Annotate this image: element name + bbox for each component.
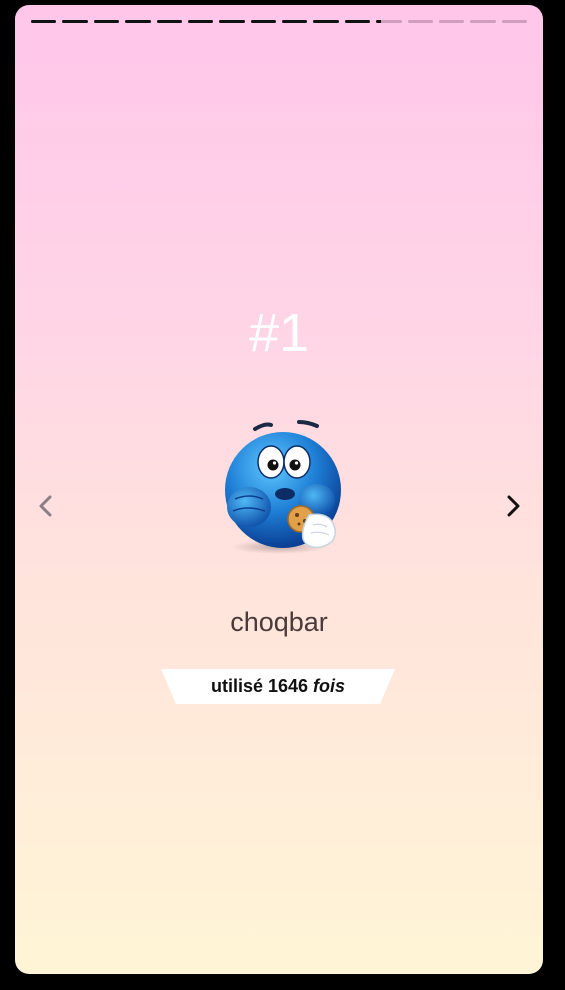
- usage-count: 1646: [267, 676, 309, 696]
- progress-segment-fill: [31, 20, 57, 23]
- blue-smiley-eating-cookie-icon: [225, 420, 341, 554]
- progress-segment: [156, 20, 182, 23]
- progress-segment-fill: [93, 20, 120, 23]
- progress-segment-fill: [62, 20, 88, 23]
- emoji-name: choqbar: [230, 607, 328, 637]
- progress-segment: [438, 20, 465, 23]
- progress-segment: [250, 20, 276, 23]
- next-button[interactable]: [496, 489, 530, 523]
- progress-segment-fill: [125, 20, 151, 23]
- progress-segment-fill: [156, 20, 182, 23]
- progress-segment: [187, 20, 214, 23]
- progress-segment-fill: [219, 20, 245, 23]
- progress-segment-fill: [313, 20, 339, 23]
- progress-segment-fill: [376, 20, 382, 23]
- usage-badge: utilisé 1646 fois: [161, 669, 395, 704]
- progress-segment: [313, 20, 339, 23]
- progress-segment: [125, 20, 151, 23]
- previous-button[interactable]: [29, 489, 63, 523]
- progress-segment: [376, 20, 402, 23]
- progress-segment: [501, 20, 527, 23]
- chevron-right-icon: [507, 495, 520, 517]
- progress-segment: [282, 20, 308, 23]
- usage-prefix: utilisé: [210, 676, 263, 696]
- progress-segment: [219, 20, 245, 23]
- progress-segment-fill: [344, 20, 371, 23]
- story-card: #1 choqbar utilisé 1646 fois: [15, 5, 543, 974]
- usage-suffix: fois: [313, 676, 346, 696]
- progress-segment: [470, 20, 496, 23]
- story-progress-bar: [31, 20, 527, 23]
- progress-segment: [407, 20, 433, 23]
- rank-label: #1: [248, 303, 310, 363]
- chevron-left-icon: [39, 495, 52, 517]
- progress-segment: [62, 20, 88, 23]
- progress-segment: [344, 20, 371, 23]
- progress-segment-fill: [282, 20, 308, 23]
- progress-segment-fill: [187, 20, 214, 23]
- usage-text: utilisé 1646 fois: [161, 669, 395, 704]
- progress-segment: [93, 20, 120, 23]
- progress-segment-fill: [250, 20, 276, 23]
- progress-segment: [31, 20, 57, 23]
